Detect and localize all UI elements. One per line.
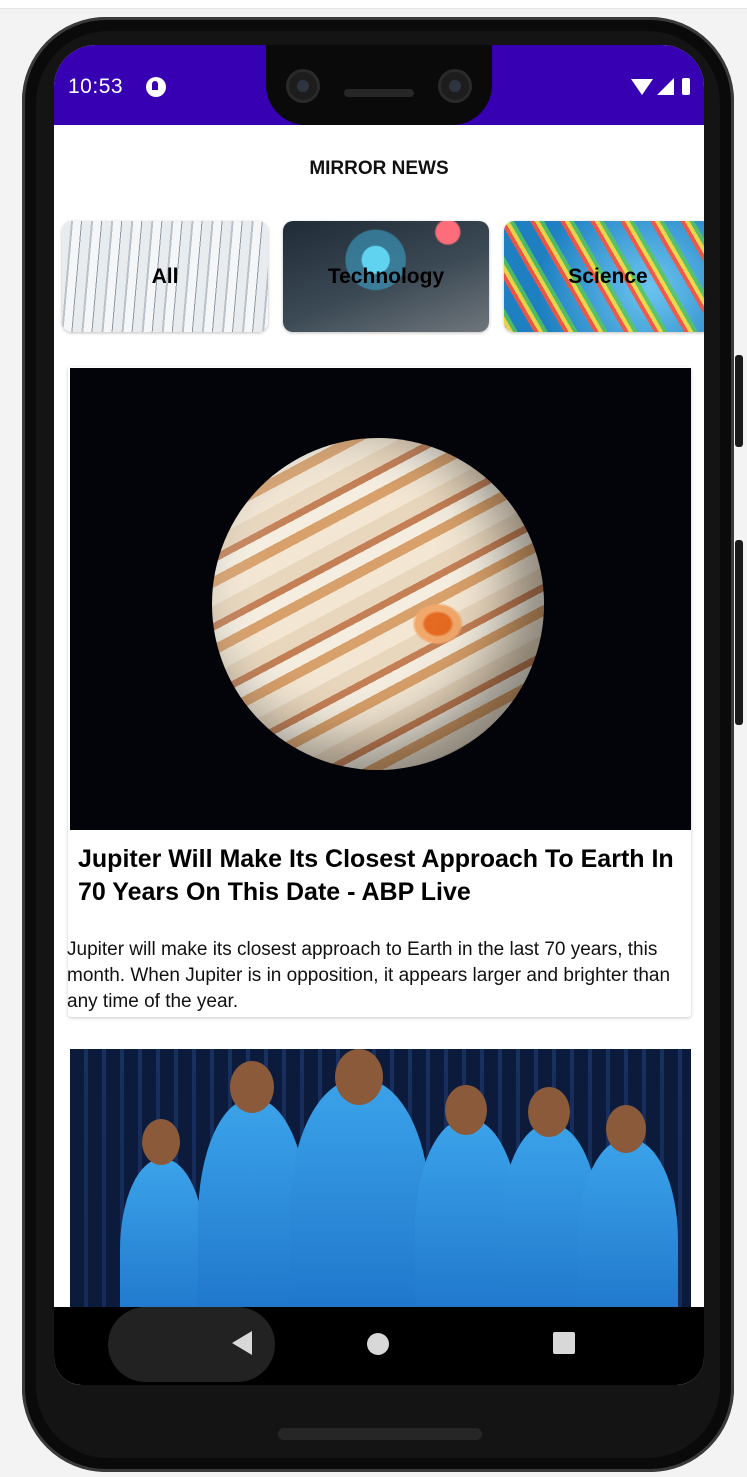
front-camera-icon [286, 69, 320, 103]
window-top-bar [0, 0, 747, 9]
category-technology-card[interactable]: Technology [283, 221, 489, 332]
status-icons [631, 78, 690, 95]
app-title: MIRROR NEWS [309, 158, 449, 179]
jupiter-planet [212, 438, 544, 770]
volume-button [735, 540, 743, 725]
power-button [735, 355, 743, 447]
category-list: All Technology Science [62, 221, 704, 334]
category-label: Science [568, 264, 648, 288]
status-time: 10:53 [68, 75, 124, 98]
back-icon [232, 1331, 252, 1355]
bottom-speaker-grille [278, 1428, 482, 1440]
home-icon[interactable] [367, 1333, 389, 1355]
category-label: Technology [327, 264, 445, 288]
signal-icon [657, 78, 674, 95]
article-description: Jupiter will make its closest approach t… [67, 939, 671, 1012]
article-card[interactable]: Jupiter Will Make Its Closest Approach T… [67, 367, 691, 1017]
player-head [335, 1049, 383, 1105]
player-head [142, 1119, 180, 1165]
earpiece-speaker [344, 89, 414, 97]
category-label: All [151, 264, 179, 288]
front-sensor-icon [438, 69, 472, 103]
jupiter-image [70, 368, 691, 830]
player-head [606, 1105, 646, 1153]
player-head [230, 1061, 274, 1113]
cricket-team-image [70, 1049, 691, 1349]
camera-notch [266, 45, 492, 125]
back-button[interactable] [108, 1307, 275, 1382]
wifi-icon [631, 78, 653, 95]
player-head [528, 1087, 570, 1137]
player-head [445, 1085, 487, 1135]
notification-app-icon [146, 77, 166, 97]
category-all-card[interactable]: All [62, 221, 268, 332]
article-title: Jupiter Will Make Its Closest Approach T… [78, 845, 674, 906]
category-science-card[interactable]: Science [504, 221, 704, 332]
phone-screen: 10:53 MIRROR NEWS All Technology Science… [54, 45, 704, 1385]
battery-icon [682, 78, 690, 95]
navigation-bar [54, 1307, 704, 1385]
recents-icon[interactable] [553, 1332, 575, 1354]
